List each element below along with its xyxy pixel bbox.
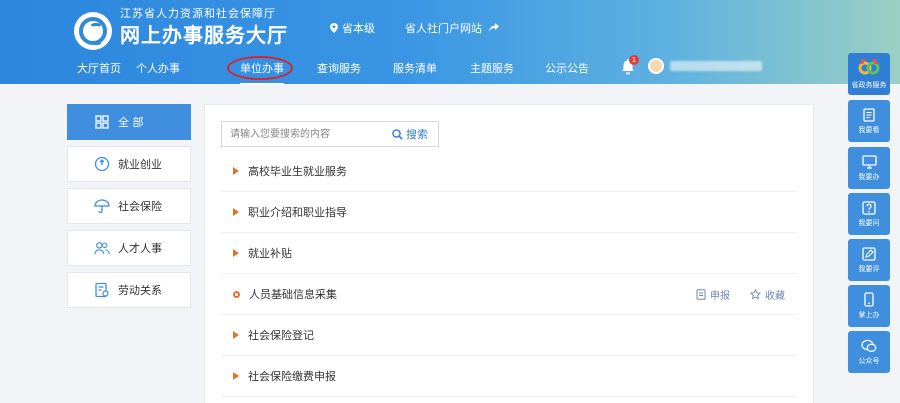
portal-link[interactable]: 省人社门户网站 bbox=[405, 20, 499, 36]
service-list: 高校毕业生就业服务 职业介绍和职业指导 就业补贴 人员基础信息采集 申报 收藏 bbox=[221, 151, 797, 397]
category-sidebar: 全 部 就业创业 社会保险 人才人事 劳动关系 bbox=[67, 104, 191, 314]
triangle-bullet-icon bbox=[233, 372, 239, 380]
region-label: 省本级 bbox=[342, 22, 375, 35]
search-box: 搜索 bbox=[221, 121, 439, 147]
notification-badge: 1 bbox=[629, 55, 639, 65]
service-label: 社会保险缴费申报 bbox=[248, 370, 336, 383]
category-label: 劳动关系 bbox=[118, 284, 162, 297]
list-item[interactable]: 社会保险缴费申报 bbox=[221, 356, 797, 397]
colorful-logo-icon bbox=[858, 58, 880, 74]
wechat-icon bbox=[861, 339, 877, 352]
people-icon bbox=[94, 240, 110, 256]
document-icon bbox=[94, 282, 110, 298]
service-panel: 搜索 高校毕业生就业服务 职业介绍和职业指导 就业补贴 人员基础信息采集 申报 bbox=[204, 104, 814, 403]
phone-icon bbox=[864, 292, 874, 307]
float-label: 我要办 bbox=[858, 172, 880, 181]
nav-service-list[interactable]: 服务清单 bbox=[393, 60, 437, 76]
triangle-bullet-icon bbox=[233, 208, 239, 216]
service-label: 高校毕业生就业服务 bbox=[248, 165, 347, 178]
service-label: 人员基础信息采集 bbox=[249, 288, 337, 301]
main-nav: 大厅首页 个人办事 单位办事 查询服务 服务清单 主题服务 公示公告 bbox=[0, 54, 900, 85]
favorite-button[interactable]: 收藏 bbox=[750, 287, 785, 302]
float-ask[interactable]: 我要问 bbox=[848, 193, 890, 235]
service-label: 社会保险登记 bbox=[248, 329, 314, 342]
float-mobile[interactable]: 掌上办 bbox=[848, 285, 890, 327]
avatar[interactable] bbox=[648, 58, 664, 74]
float-label: 我要问 bbox=[858, 218, 880, 227]
search-button-label: 搜索 bbox=[406, 128, 428, 141]
nav-notice[interactable]: 公示公告 bbox=[545, 60, 589, 76]
nav-personal[interactable]: 个人办事 bbox=[136, 60, 180, 76]
umbrella-icon bbox=[94, 198, 110, 214]
category-labor-relations[interactable]: 劳动关系 bbox=[67, 272, 191, 308]
float-label: 省政务服务 bbox=[851, 80, 887, 89]
triangle-bullet-icon bbox=[233, 249, 239, 257]
float-label: 公众号 bbox=[858, 356, 880, 365]
category-label: 就业创业 bbox=[118, 158, 162, 171]
location-pin-icon bbox=[330, 23, 338, 33]
row-actions: 申报 收藏 bbox=[676, 287, 785, 302]
category-label: 社会保险 bbox=[118, 200, 162, 213]
category-social-insurance[interactable]: 社会保险 bbox=[67, 188, 191, 224]
apply-button[interactable]: 申报 bbox=[696, 287, 730, 302]
triangle-bullet-icon bbox=[233, 167, 239, 175]
float-wechat[interactable]: 公众号 bbox=[848, 331, 890, 373]
share-icon bbox=[488, 23, 499, 32]
search-icon bbox=[392, 128, 403, 140]
edit-icon bbox=[862, 246, 876, 261]
nav-hall-home[interactable]: 大厅首页 bbox=[77, 60, 121, 76]
float-label: 掌上办 bbox=[858, 311, 880, 319]
logo-icon[interactable] bbox=[74, 12, 112, 50]
book-icon bbox=[863, 107, 875, 122]
float-handle[interactable]: 我要办 bbox=[848, 147, 890, 189]
float-label: 我要看 bbox=[858, 125, 880, 134]
apply-label: 申报 bbox=[710, 291, 730, 302]
employment-icon bbox=[94, 156, 110, 172]
star-icon bbox=[750, 289, 761, 300]
float-view[interactable]: 我要看 bbox=[848, 100, 890, 142]
monitor-icon bbox=[861, 154, 877, 169]
category-employment[interactable]: 就业创业 bbox=[67, 146, 191, 182]
region-selector[interactable]: 省本级 bbox=[330, 20, 375, 36]
username-redacted[interactable] bbox=[670, 61, 762, 71]
favorite-label: 收藏 bbox=[765, 291, 785, 302]
form-icon bbox=[696, 289, 706, 300]
service-label: 职业介绍和职业指导 bbox=[248, 206, 347, 219]
search-button[interactable]: 搜索 bbox=[392, 122, 428, 146]
triangle-bullet-icon bbox=[233, 331, 239, 339]
float-evaluate[interactable]: 我要评 bbox=[848, 239, 890, 281]
list-item[interactable]: 社会保险登记 bbox=[221, 315, 797, 356]
float-label: 我要评 bbox=[858, 264, 880, 273]
question-icon bbox=[862, 200, 876, 215]
header: 江苏省人力资源和社会保障厅 网上办事服务大厅 省本级 省人社门户网站 大厅首页 … bbox=[0, 0, 900, 85]
list-item[interactable]: 职业介绍和职业指导 bbox=[221, 192, 797, 233]
category-label: 全 部 bbox=[118, 116, 144, 129]
list-item[interactable]: 高校毕业生就业服务 bbox=[221, 151, 797, 192]
service-label: 就业补贴 bbox=[248, 247, 292, 260]
list-item[interactable]: 就业补贴 bbox=[221, 233, 797, 274]
list-item[interactable]: 人员基础信息采集 申报 收藏 bbox=[221, 274, 797, 315]
circle-bullet-icon bbox=[233, 290, 240, 298]
category-label: 人才人事 bbox=[118, 242, 162, 255]
portal-link-label: 省人社门户网站 bbox=[405, 22, 482, 35]
float-provincial-service[interactable]: 省政务服务 bbox=[848, 53, 890, 95]
site-title: 网上办事服务大厅 bbox=[120, 23, 288, 47]
search-input[interactable] bbox=[222, 122, 382, 146]
category-all[interactable]: 全 部 bbox=[67, 104, 191, 140]
category-talent[interactable]: 人才人事 bbox=[67, 230, 191, 266]
nav-query[interactable]: 查询服务 bbox=[317, 60, 361, 76]
nav-theme[interactable]: 主题服务 bbox=[470, 60, 514, 76]
grid-icon bbox=[94, 114, 110, 130]
nav-unit[interactable]: 单位办事 bbox=[240, 60, 284, 85]
